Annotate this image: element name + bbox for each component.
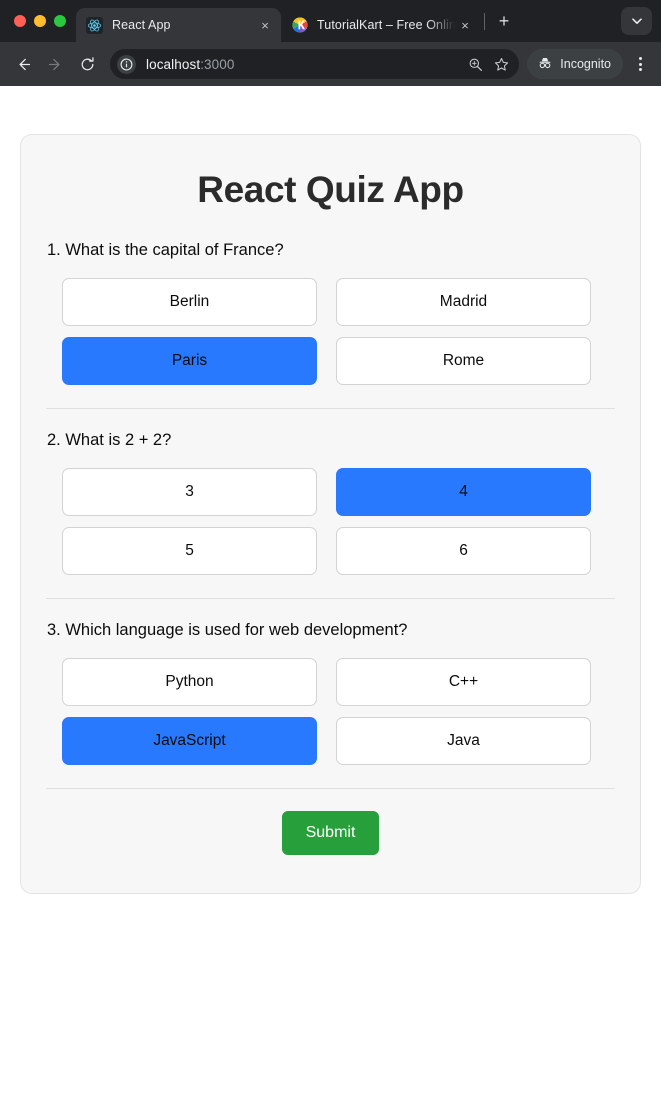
back-button[interactable] [8,49,38,79]
incognito-indicator[interactable]: Incognito [527,49,623,79]
reload-button[interactable] [72,49,102,79]
window-maximize-button[interactable] [54,15,66,27]
quiz-card: React Quiz App 1. What is the capital of… [20,134,641,894]
question-text: 2. What is 2 + 2? [47,431,172,449]
site-info-icon[interactable] [117,54,136,74]
option-button[interactable]: Madrid [336,278,591,326]
question-block: 3. Which language is used for web develo… [46,621,615,765]
submit-button[interactable]: Submit [281,811,380,855]
question-text: 1. What is the capital of France? [47,241,284,259]
url-host: localhost [146,56,201,72]
tab-title: TutorialKart – Free Online C [317,18,455,32]
url-port: :3000 [200,56,235,72]
menu-dot [638,68,642,71]
react-logo-icon [86,16,103,34]
page-title: React Quiz App [197,169,464,210]
menu-dot [638,57,642,60]
window-close-button[interactable] [14,15,26,27]
browser-chrome: React App × TutorialKart – Free Online C… [0,0,661,86]
option-button-selected[interactable]: JavaScript [62,717,317,765]
tab-search-chevron-down-icon[interactable] [621,7,652,35]
address-bar[interactable]: localhost:3000 [110,49,520,79]
question-block: 1. What is the capital of France? Berlin… [46,241,615,385]
tab-strip: React App × TutorialKart – Free Online C… [0,0,661,42]
option-button[interactable]: 5 [62,527,317,575]
question-divider [46,408,615,409]
option-button[interactable]: C++ [336,658,591,706]
option-button[interactable]: Python [62,658,317,706]
submit-row: Submit [46,811,615,855]
forward-button[interactable] [40,49,70,79]
tab-title: React App [112,18,171,32]
question-divider [46,598,615,599]
tab-divider [484,12,485,30]
window-minimize-button[interactable] [34,15,46,27]
zoom-icon[interactable] [463,52,487,76]
option-button[interactable]: 3 [62,468,317,516]
tab-close-icon[interactable]: × [255,15,275,35]
options-grid: Berlin Madrid Paris Rome [62,278,615,385]
question-block: 2. What is 2 + 2? 3 4 5 6 [46,431,615,575]
option-button-selected[interactable]: Paris [62,337,317,385]
url-text: localhost:3000 [146,57,461,72]
incognito-label: Incognito [560,57,611,71]
options-grid: 3 4 5 6 [62,468,615,575]
page-viewport: React Quiz App 1. What is the capital of… [0,86,661,1095]
tutorialkart-logo-icon [291,17,308,34]
tab-tutorialkart[interactable]: TutorialKart – Free Online C × [281,8,481,42]
option-button-selected[interactable]: 4 [336,468,591,516]
option-button[interactable]: Berlin [62,278,317,326]
tab-close-icon[interactable]: × [455,15,475,35]
incognito-icon [537,55,553,74]
option-button[interactable]: Rome [336,337,591,385]
bookmark-star-icon[interactable] [489,52,513,76]
menu-dot [638,62,642,66]
option-button[interactable]: Java [336,717,591,765]
option-button[interactable]: 6 [336,527,591,575]
options-grid: Python C++ JavaScript Java [62,658,615,765]
tab-react-app[interactable]: React App × [76,8,281,42]
browser-toolbar: localhost:3000 Incognito [0,42,661,86]
new-tab-button[interactable]: + [490,7,518,35]
question-divider [46,788,615,789]
question-text: 3. Which language is used for web develo… [47,621,408,639]
browser-menu-button[interactable] [627,49,653,79]
window-controls [0,0,76,42]
